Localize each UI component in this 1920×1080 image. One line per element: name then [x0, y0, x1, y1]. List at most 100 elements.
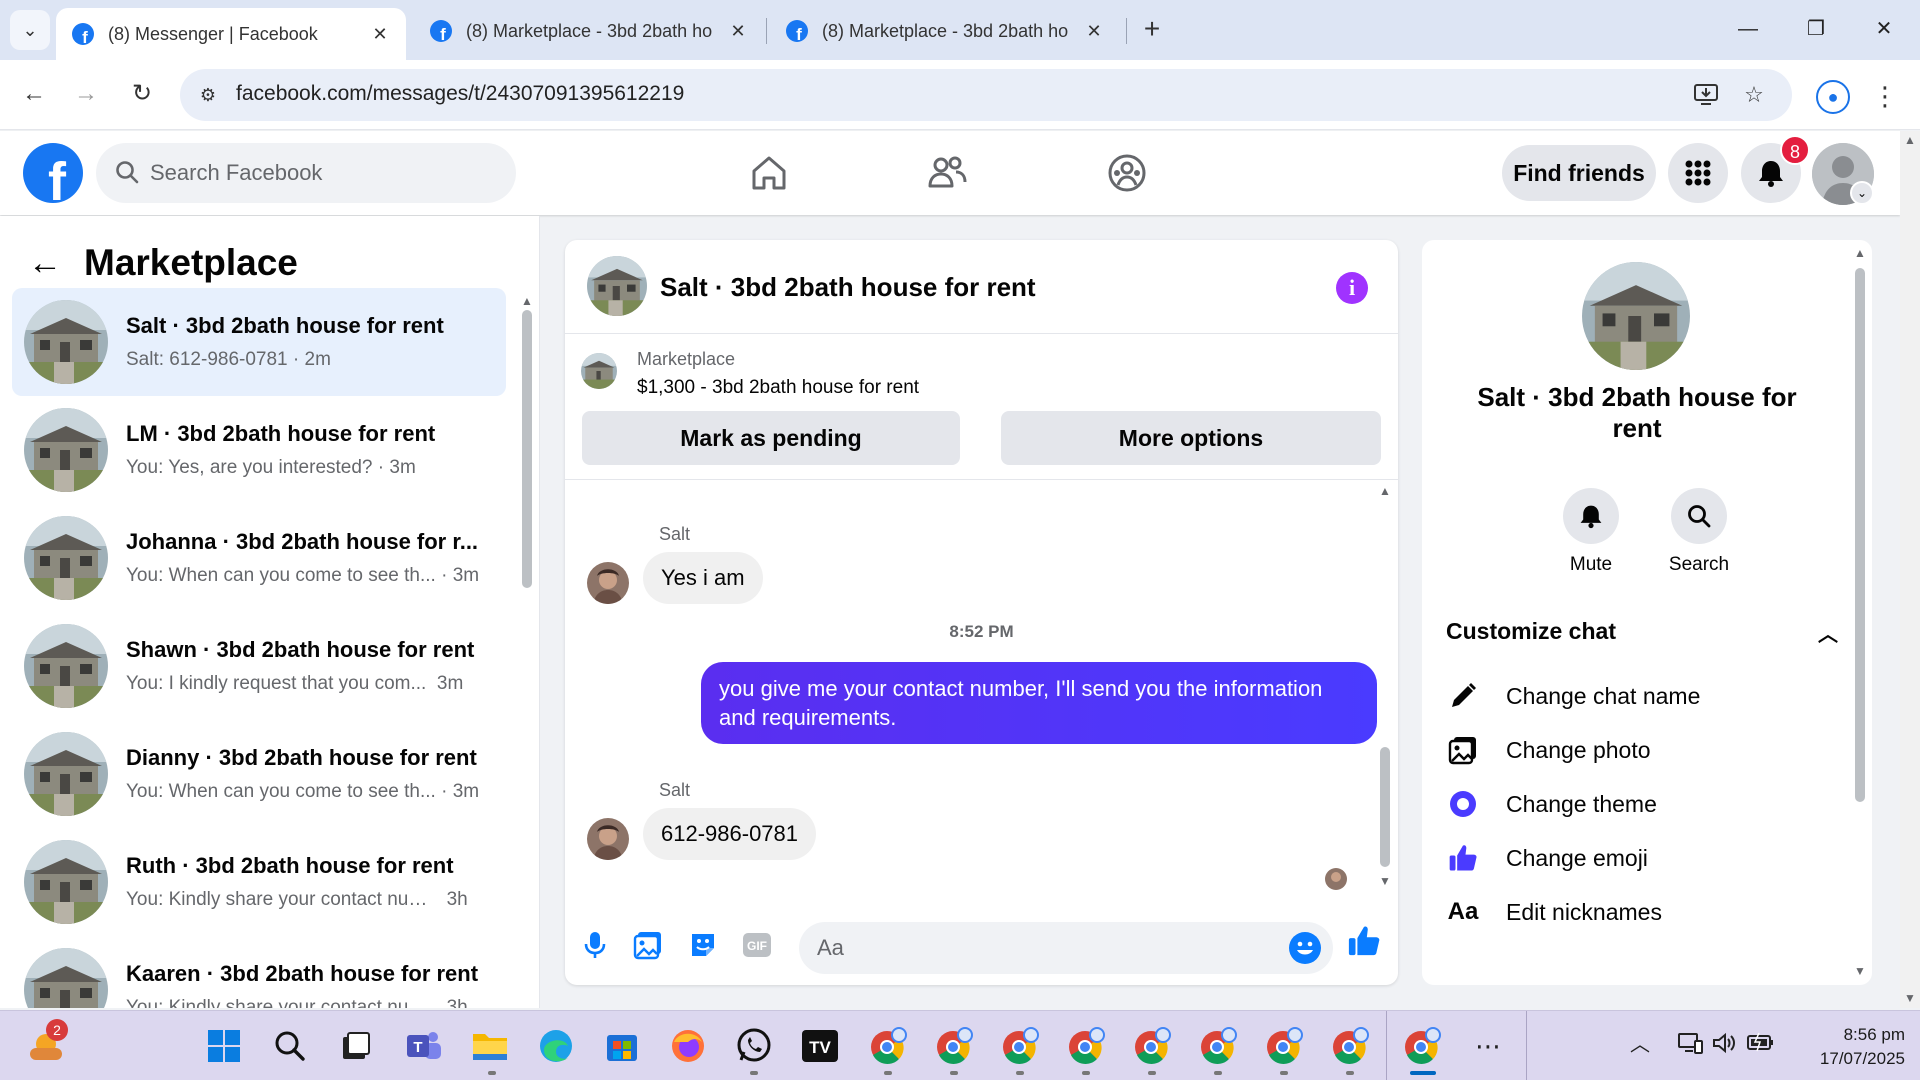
conversation-item[interactable]: Johanna · 3bd 2bath house for r... You: … [12, 504, 506, 612]
scrollbar-thumb[interactable] [522, 310, 532, 588]
photo-attach-icon[interactable] [631, 928, 665, 962]
edit-nicknames-item[interactable]: Aa Edit nicknames [1446, 892, 1838, 932]
conversation-item[interactable]: Salt · 3bd 2bath house for rent Salt: 61… [12, 288, 506, 396]
chrome-profile-icon[interactable] [1328, 1024, 1372, 1068]
scroll-up-arrow-icon[interactable]: ▲ [1378, 484, 1392, 498]
chrome-profile-icon[interactable] [1064, 1024, 1108, 1068]
conversation-item[interactable]: LM · 3bd 2bath house for rent You: Yes, … [12, 396, 506, 504]
chat-title[interactable]: Salt · 3bd 2bath house for rent [660, 272, 1036, 303]
url-text[interactable]: facebook.com/messages/t/2430709139561221… [236, 82, 684, 106]
firefox-icon[interactable] [666, 1024, 710, 1068]
browser-profile-icon[interactable]: ● [1816, 80, 1850, 114]
conversation-avatar[interactable] [1582, 262, 1690, 370]
change-chat-name-item[interactable]: Change chat name [1446, 676, 1838, 716]
nav-groups[interactable] [1072, 141, 1182, 205]
conversation-item[interactable]: Shawn · 3bd 2bath house for rent You: I … [12, 612, 506, 720]
find-friends-button[interactable]: Find friends [1502, 145, 1656, 201]
conversation-item[interactable]: Kaaren · 3bd 2bath house for rent You: K… [12, 936, 506, 1008]
sticker-icon[interactable] [686, 928, 720, 962]
start-button[interactable] [202, 1024, 246, 1068]
clock[interactable]: 8:56 pm 17/07/2025 [1795, 1023, 1905, 1071]
new-tab-button[interactable]: + [1135, 12, 1169, 46]
chrome-profile-icon[interactable] [1196, 1024, 1240, 1068]
scroll-up-arrow-icon[interactable]: ▲ [1853, 246, 1867, 260]
site-info-icon[interactable]: ⚙ [196, 83, 220, 107]
gif-icon[interactable]: GIF [740, 928, 774, 962]
close-tab-icon[interactable]: ✕ [370, 24, 390, 45]
forward-button[interactable]: → [66, 74, 106, 114]
change-photo-item[interactable]: Change photo [1446, 730, 1838, 770]
thumbs-up-send-icon[interactable] [1347, 924, 1381, 958]
volume-icon[interactable] [1710, 1031, 1738, 1059]
customize-chat-section[interactable]: Customize chat ︿ [1446, 618, 1838, 647]
browser-menu-icon[interactable]: ⋮ [1870, 78, 1900, 114]
close-tab-icon[interactable]: ✕ [1084, 21, 1104, 42]
address-bar[interactable]: ⚙ facebook.com/messages/t/24307091395612… [180, 69, 1792, 121]
facebook-logo[interactable]: f [23, 143, 83, 203]
search-taskbar-icon[interactable] [268, 1024, 312, 1068]
page-scrollbar[interactable]: ▲ ▼ [1900, 131, 1920, 1008]
tab-marketplace-2[interactable]: f (8) Marketplace - 3bd 2bath ho ✕ [770, 8, 1120, 54]
minimize-button[interactable]: — [1728, 12, 1768, 46]
nav-home[interactable] [714, 141, 824, 205]
install-app-icon[interactable] [1692, 81, 1720, 109]
sender-avatar[interactable] [587, 562, 629, 604]
nav-friends[interactable] [892, 141, 1002, 205]
store-icon[interactable] [600, 1024, 644, 1068]
scrollbar-thumb[interactable] [1380, 747, 1390, 867]
chrome-profile-icon[interactable] [932, 1024, 976, 1068]
chrome-profile-icon[interactable] [866, 1024, 910, 1068]
network-icon[interactable] [1676, 1031, 1704, 1059]
battery-icon[interactable] [1746, 1031, 1774, 1059]
teams-icon[interactable]: T [402, 1024, 446, 1068]
edge-icon[interactable] [534, 1024, 578, 1068]
more-apps-icon[interactable]: ⋯ [1466, 1024, 1510, 1068]
conversation-item[interactable]: Ruth · 3bd 2bath house for rent You: Kin… [12, 828, 506, 936]
listing-title[interactable]: $1,300 - 3bd 2bath house for rent [637, 377, 919, 399]
back-button[interactable]: ← [14, 74, 54, 114]
message-thread-scrollbar[interactable]: ▲ ▼ [1378, 484, 1392, 888]
conversation-list-scrollbar[interactable]: ▲ ▼ [520, 294, 534, 1008]
chrome-active-icon[interactable] [1400, 1024, 1444, 1068]
emoji-icon[interactable] [1289, 932, 1321, 964]
scroll-down-arrow-icon[interactable]: ▼ [1378, 874, 1392, 888]
scroll-down-arrow-icon[interactable]: ▼ [1853, 964, 1867, 978]
tab-marketplace-1[interactable]: f (8) Marketplace - 3bd 2bath ho ✕ [414, 8, 764, 54]
message-input-box[interactable] [799, 922, 1333, 974]
incoming-message[interactable]: Yes i am [643, 552, 763, 604]
listing-thumbnail[interactable] [581, 353, 617, 389]
scrollbar-thumb[interactable] [1855, 268, 1865, 802]
restore-button[interactable]: ❐ [1796, 12, 1836, 46]
conversation-item[interactable]: Dianny · 3bd 2bath house for rent You: W… [12, 720, 506, 828]
whatsapp-icon[interactable] [732, 1024, 776, 1068]
close-window-button[interactable]: ✕ [1864, 12, 1904, 46]
scroll-up-arrow-icon[interactable]: ▲ [520, 294, 534, 308]
sender-avatar[interactable] [587, 818, 629, 860]
chrome-profile-icon[interactable] [1262, 1024, 1306, 1068]
chrome-profile-icon[interactable] [998, 1024, 1042, 1068]
microphone-icon[interactable] [578, 928, 612, 962]
reload-button[interactable]: ↻ [122, 74, 162, 114]
close-tab-icon[interactable]: ✕ [728, 21, 748, 42]
task-view-icon[interactable] [334, 1024, 378, 1068]
bookmark-star-icon[interactable]: ☆ [1740, 81, 1768, 109]
info-icon[interactable]: i [1336, 272, 1368, 304]
search-in-conversation-button[interactable]: Search [1654, 488, 1744, 576]
scroll-down-arrow-icon[interactable]: ▼ [520, 1004, 534, 1008]
tab-messenger[interactable]: f (8) Messenger | Facebook ✕ [56, 8, 406, 60]
chat-avatar[interactable] [587, 256, 647, 316]
mute-button[interactable]: Mute [1546, 488, 1636, 576]
tab-search-button[interactable]: ⌄ [10, 10, 50, 50]
change-theme-item[interactable]: Change theme [1446, 784, 1838, 824]
file-explorer-icon[interactable] [468, 1024, 512, 1068]
incoming-message[interactable]: 612-986-0781 [643, 808, 817, 860]
back-arrow-icon[interactable]: ← [28, 244, 68, 283]
change-emoji-item[interactable]: Change emoji [1446, 838, 1838, 878]
account-chevron-down-icon[interactable]: ⌄ [1850, 181, 1874, 205]
show-hidden-icons-chevron-up-icon[interactable]: ︿ [1626, 1031, 1654, 1059]
scroll-down-arrow-icon[interactable]: ▼ [1903, 991, 1917, 1005]
menu-grid-button[interactable] [1668, 143, 1728, 203]
mark-as-pending-button[interactable]: Mark as pending [582, 411, 960, 465]
chevron-up-icon[interactable]: ︿ [1818, 618, 1838, 647]
message-input[interactable] [817, 930, 1277, 966]
